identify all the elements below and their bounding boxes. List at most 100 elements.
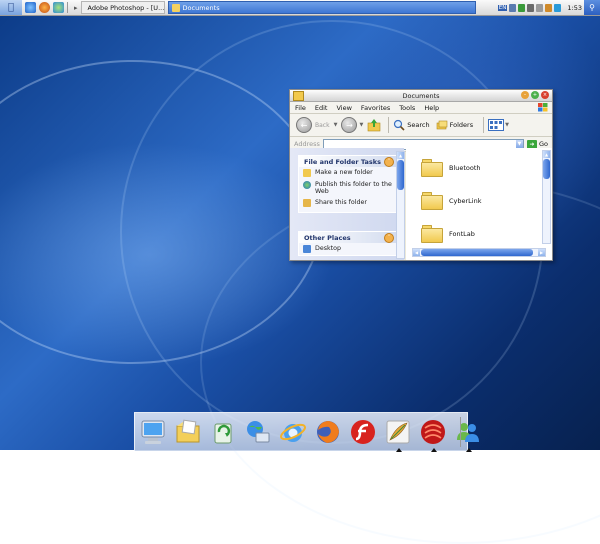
running-indicator-icon (396, 448, 402, 452)
menu-tools[interactable]: Tools (399, 104, 415, 112)
language-indicator[interactable]: EN (497, 4, 508, 11)
internet-explorer-icon (280, 423, 306, 442)
place-desktop[interactable]: Desktop (299, 243, 397, 255)
folder-item[interactable]: FontLab (421, 225, 475, 243)
folder-icon (421, 192, 443, 210)
task-make-new-folder[interactable]: Make a new folder (299, 167, 397, 179)
dock-item-documents[interactable] (174, 418, 202, 446)
tray-volume-icon[interactable] (536, 3, 544, 12)
search-button-label: Search (407, 121, 430, 129)
menu-edit[interactable]: Edit (315, 104, 328, 112)
task-pane-scrollbar[interactable]: ▲ (396, 151, 405, 259)
back-arrow-icon[interactable]: ← (296, 117, 312, 133)
dock-item-my-computer[interactable] (139, 418, 167, 446)
quicklaunch-divider (67, 2, 68, 13)
taskbar-item-label: Documents (182, 3, 220, 12)
panel-header[interactable]: File and Folder Tasks ˆ (299, 156, 397, 167)
collapse-chevron-icon[interactable]: ˆ (384, 156, 394, 167)
window-title: Documents (402, 91, 440, 100)
dock-item-photoshop[interactable] (384, 418, 412, 452)
folder-icon (293, 91, 304, 101)
dock-item-network[interactable] (244, 418, 272, 446)
close-button[interactable]: × (541, 91, 549, 99)
window-titlebar[interactable]: Documents – + × (290, 90, 552, 102)
folder-icon (421, 225, 443, 243)
taskbar-item-documents[interactable]: Documents (167, 1, 476, 14)
taskbar-item-label: Adobe Photoshop - [U... (87, 3, 165, 12)
file-list-scrollbar[interactable]: ▲ (542, 150, 551, 244)
up-folder-icon[interactable] (367, 118, 381, 132)
tray-app-icon[interactable] (509, 3, 517, 12)
tray-update-icon[interactable] (545, 3, 553, 12)
menu-file[interactable]: File (295, 104, 306, 112)
folder-label: CyberLink (449, 196, 482, 205)
folder-item[interactable]: Bluetooth (421, 159, 481, 177)
windows-logo-icon (538, 103, 548, 112)
window-controls: – + × (519, 91, 549, 99)
dock-item-messenger[interactable] (454, 418, 482, 452)
toolbar-divider (483, 117, 485, 133)
back-button[interactable]: Back (315, 122, 330, 129)
dock-item-flash[interactable] (349, 418, 377, 446)
folder-icon (171, 3, 180, 12)
scroll-thumb[interactable] (543, 159, 550, 179)
running-indicator-icon (466, 448, 472, 452)
folder-item[interactable]: CyberLink (421, 192, 482, 210)
scroll-thumb[interactable] (397, 160, 404, 190)
panel-header[interactable]: Other Places ˆ (299, 232, 397, 243)
scroll-up-icon[interactable]: ▲ (397, 152, 404, 159)
task-label: Share this folder (315, 199, 367, 206)
dock-item-media-player[interactable] (419, 418, 447, 452)
network-globe-icon (247, 421, 270, 443)
taskbar-item-photoshop[interactable]: Adobe Photoshop - [U... (80, 1, 165, 14)
file-folder-tasks-panel: File and Folder Tasks ˆ Make a new folde… (298, 155, 398, 213)
start-apple-button[interactable]:  (0, 0, 22, 15)
recycle-icon (214, 423, 232, 444)
search-icon[interactable]: ⚲ (584, 0, 600, 15)
views-dropdown-icon[interactable]: ▼ (505, 122, 509, 128)
menu-view[interactable]: View (336, 104, 351, 112)
place-label: Desktop (315, 245, 341, 252)
toolbar: ← Back ▼ → ▼ Search Folders ▼ (290, 114, 552, 137)
collapse-chevron-icon[interactable]: ˆ (384, 232, 394, 243)
search-button[interactable]: Search (393, 119, 430, 131)
folders-button[interactable]: Folders (436, 119, 473, 131)
views-icon[interactable] (488, 119, 505, 131)
task-share-folder[interactable]: Share this folder (299, 197, 397, 212)
menu-favorites[interactable]: Favorites (361, 104, 390, 112)
firefox-quicklaunch-icon[interactable] (39, 2, 50, 13)
menu-help[interactable]: Help (424, 104, 439, 112)
quicklaunch-chevron-icon[interactable]: ▸ (74, 4, 78, 12)
task-publish-folder[interactable]: Publish this folder to the Web (299, 179, 397, 197)
scroll-right-icon[interactable]: ▶ (538, 249, 545, 256)
scroll-up-icon[interactable]: ▲ (543, 151, 550, 158)
tray-security-icon[interactable] (518, 3, 526, 12)
minimize-button[interactable]: – (521, 91, 529, 99)
file-list: Bluetooth CyberLink FontLab ▲ ◀ ▶ (406, 148, 552, 260)
go-button[interactable]: Go (539, 140, 548, 148)
forward-dropdown-icon[interactable]: ▼ (359, 122, 363, 128)
media-player-icon (421, 420, 445, 444)
tray-wifi-icon[interactable] (554, 3, 562, 12)
forward-arrow-icon[interactable]: → (341, 117, 358, 133)
dock-divider (460, 417, 461, 447)
maximize-button[interactable]: + (531, 91, 539, 99)
my-computer-icon (141, 420, 165, 444)
dock-item-firefox[interactable] (314, 418, 342, 446)
tray-network-icon[interactable] (527, 3, 535, 12)
clock[interactable]: 1:53 (567, 4, 582, 12)
address-label: Address (294, 140, 320, 148)
dock-item-recycle[interactable] (209, 418, 237, 446)
documents-window: Documents – + × File Edit View Favorites… (289, 89, 553, 261)
horizontal-scrollbar[interactable]: ◀ ▶ (412, 248, 546, 257)
folder-icon (421, 159, 443, 177)
scroll-thumb[interactable] (421, 249, 533, 256)
messenger-quicklaunch-icon[interactable] (53, 2, 64, 13)
back-dropdown-icon[interactable]: ▼ (334, 122, 338, 128)
scroll-left-icon[interactable]: ◀ (413, 249, 420, 256)
dock-item-internet-explorer[interactable] (279, 418, 307, 446)
folder-label: FontLab (449, 229, 475, 238)
ie-quicklaunch-icon[interactable] (25, 2, 36, 13)
flash-icon (351, 420, 375, 444)
task-label: Publish this folder to the Web (315, 181, 392, 195)
